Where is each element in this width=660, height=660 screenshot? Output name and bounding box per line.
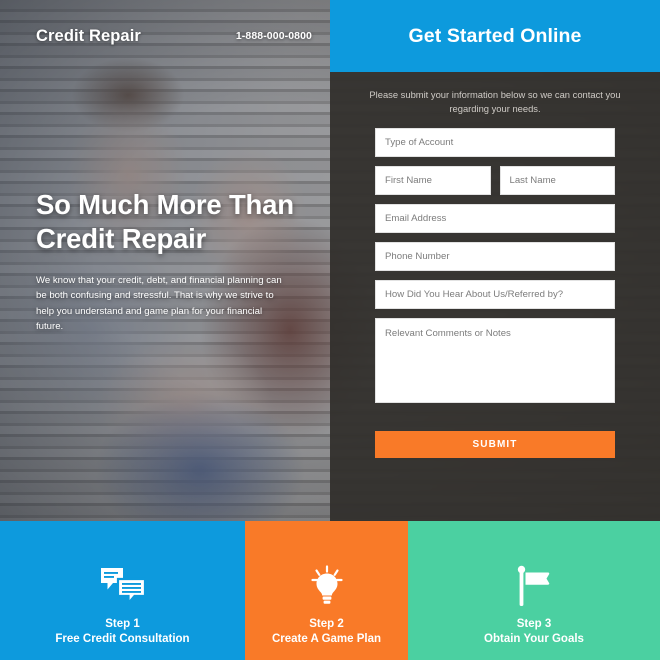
brand-logo[interactable]: Credit Repair xyxy=(36,27,141,46)
hero-copy: So Much More Than Credit Repair We know … xyxy=(36,188,326,335)
hero-headline: So Much More Than Credit Repair xyxy=(36,188,326,257)
last-name-input[interactable] xyxy=(499,166,615,196)
form-header: Get Started Online xyxy=(330,0,660,72)
submit-button[interactable]: SUBMIT xyxy=(375,431,615,459)
headline-line-2: Credit Repair xyxy=(36,223,207,255)
header-bar: Credit Repair 1-888-000-0800 xyxy=(0,0,330,72)
account-type-input[interactable] xyxy=(375,128,615,158)
form-title: Get Started Online xyxy=(408,24,582,47)
hero-subcopy: We know that your credit, debt, and fina… xyxy=(36,274,282,333)
headline-line-1: So Much More Than xyxy=(36,189,294,220)
first-name-input[interactable] xyxy=(375,166,491,196)
step-label: Free Credit Consultation xyxy=(55,633,190,646)
step-number: Step 2 xyxy=(309,617,344,630)
steps-section: Step 1 Free Credit Consultation Step 2 C… xyxy=(0,521,660,660)
step-card-2[interactable]: Step 2 Create A Game Plan xyxy=(245,521,408,660)
email-input[interactable] xyxy=(375,204,615,234)
step-card-1[interactable]: Step 1 Free Credit Consultation xyxy=(0,521,245,660)
step-number: Step 3 xyxy=(516,617,552,630)
hero-section: Credit Repair 1-888-000-0800 So Much Mor… xyxy=(0,0,660,521)
referral-source-input[interactable] xyxy=(375,280,615,310)
lightbulb-icon xyxy=(310,563,344,609)
lead-form: SUBMIT xyxy=(330,128,660,459)
comments-textarea[interactable] xyxy=(375,318,615,404)
step-label: Obtain Your Goals xyxy=(484,633,584,646)
phone-input[interactable] xyxy=(375,242,615,272)
step-label: Create A Game Plan xyxy=(271,633,382,646)
step-card-3[interactable]: Step 3 Obtain Your Goals xyxy=(408,521,660,660)
lead-form-panel: Get Started Online Please submit your in… xyxy=(330,0,660,521)
landing-page: Credit Repair 1-888-000-0800 So Much Mor… xyxy=(0,0,660,660)
flag-icon xyxy=(514,563,554,609)
form-intro-text: Please submit your information below so … xyxy=(369,89,621,115)
header-phone-number[interactable]: 1-888-000-0800 xyxy=(236,30,312,42)
step-number: Step 1 xyxy=(105,617,140,630)
name-field-row xyxy=(375,166,615,204)
chat-bubbles-icon xyxy=(100,563,146,609)
